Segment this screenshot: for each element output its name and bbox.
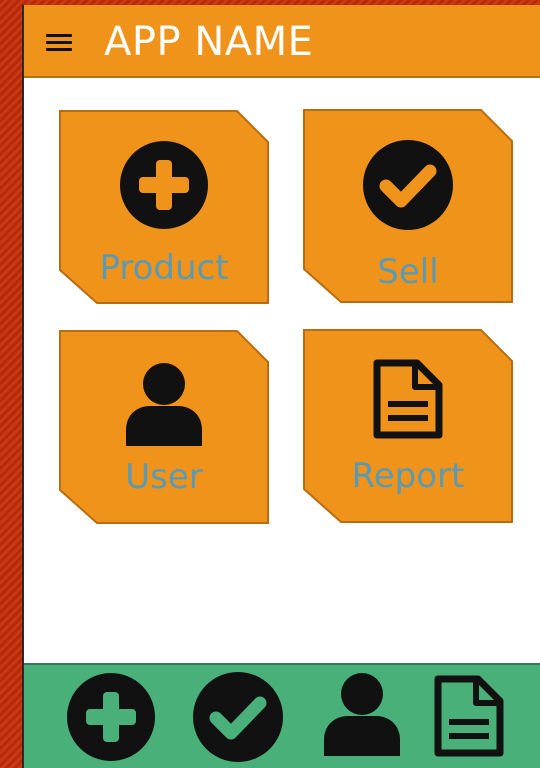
user-icon — [126, 363, 202, 446]
check-circle-icon — [363, 140, 453, 230]
tile-label-sell: Sell — [377, 252, 439, 292]
plus-circle-icon[interactable] — [66, 672, 156, 762]
menu-line — [46, 41, 72, 44]
tile-label-report: Report — [351, 456, 465, 496]
app-title: APP NAME — [104, 19, 314, 65]
menu-line — [46, 48, 72, 51]
plus-circle-icon — [120, 141, 208, 229]
menu-line — [46, 34, 72, 37]
tile-label-user: User — [125, 457, 203, 497]
document-icon — [373, 359, 443, 439]
user-icon[interactable] — [322, 672, 402, 756]
document-icon[interactable] — [434, 675, 504, 757]
bottom-nav-bar — [24, 663, 540, 768]
tile-label-product: Product — [99, 248, 229, 288]
app-window: APP NAME Product Sell User Report — [22, 5, 540, 768]
tile-report[interactable]: Report — [303, 329, 513, 523]
tile-sell[interactable]: Sell — [303, 109, 513, 303]
tile-user[interactable]: User — [59, 330, 269, 524]
app-header: APP NAME — [24, 5, 540, 78]
tile-product[interactable]: Product — [59, 110, 269, 304]
check-circle-icon[interactable] — [192, 671, 284, 763]
hamburger-menu-icon[interactable] — [46, 34, 72, 52]
